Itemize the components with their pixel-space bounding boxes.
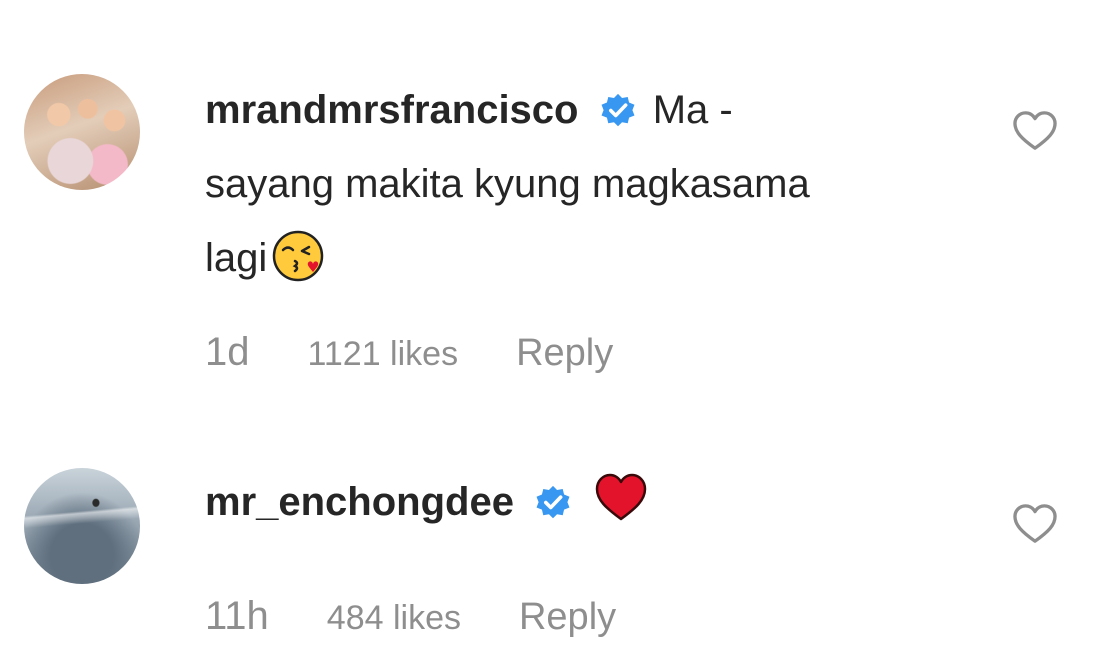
kissing-face-emoji-icon bbox=[273, 230, 324, 282]
verified-badge-icon bbox=[601, 93, 635, 127]
reply-button[interactable]: Reply bbox=[519, 596, 616, 639]
like-heart-outline-icon[interactable] bbox=[1012, 110, 1058, 152]
comment-age[interactable]: 1d bbox=[205, 330, 250, 375]
comment-meta: 1d 1121 likes Reply bbox=[205, 330, 613, 390]
like-heart-outline-icon[interactable] bbox=[1012, 503, 1058, 545]
comment-text-line-1: Ma - bbox=[652, 88, 733, 132]
comment-meta: 11h 484 likes Reply bbox=[205, 594, 616, 654]
comment-line-1: mr_enchongdee bbox=[205, 465, 985, 539]
avatar[interactable] bbox=[24, 468, 140, 584]
comment-line-1: mrandmrsfrancisco Ma - bbox=[205, 73, 985, 147]
avatar[interactable] bbox=[24, 74, 140, 190]
red-heart-emoji-icon bbox=[595, 473, 647, 521]
comment-body: mr_enchongdee bbox=[205, 465, 985, 539]
likes-count[interactable]: 484 likes bbox=[327, 599, 461, 638]
reply-button[interactable]: Reply bbox=[516, 332, 613, 375]
comment-age[interactable]: 11h bbox=[205, 594, 269, 639]
comment-item: mrandmrsfrancisco Ma - sayang makita kyu… bbox=[0, 0, 1120, 420]
comment-text-line-2: sayang makita kyung magkasama bbox=[205, 162, 810, 206]
comment-text-line-3: lagi bbox=[205, 236, 268, 280]
username-link[interactable]: mrandmrsfrancisco bbox=[205, 88, 578, 132]
comment-item: mr_enchongdee 11h 484 likes Reply bbox=[0, 420, 1120, 646]
likes-count[interactable]: 1121 likes bbox=[308, 335, 459, 374]
username-link[interactable]: mr_enchongdee bbox=[205, 480, 514, 524]
comment-body: mrandmrsfrancisco Ma - sayang makita kyu… bbox=[205, 73, 985, 295]
comment-line-3: lagi bbox=[205, 221, 985, 295]
verified-badge-icon bbox=[536, 485, 570, 519]
